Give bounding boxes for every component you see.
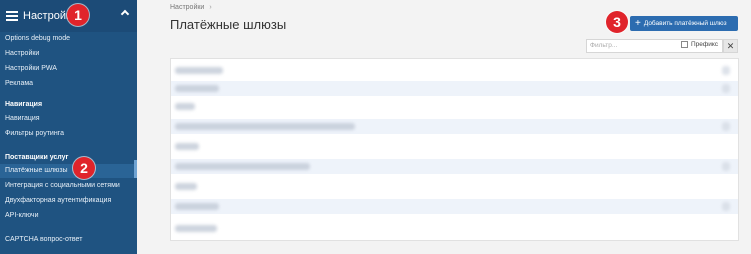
redacted-text — [175, 143, 199, 150]
row-toggle — [722, 202, 730, 211]
sidebar-item-captcha[interactable]: CAPTCHA вопрос-ответ — [5, 236, 82, 243]
sidebar-item-options-debug-mode[interactable]: Options debug mode — [5, 35, 70, 42]
list-item[interactable] — [171, 63, 738, 78]
sidebar-item-ads[interactable]: Реклама — [5, 80, 33, 87]
breadcrumb-separator: › — [209, 4, 212, 11]
redacted-text — [175, 67, 223, 74]
sidebar-item-settings[interactable]: Настройки — [5, 50, 39, 57]
row-toggle — [722, 66, 730, 75]
list-item[interactable] — [171, 99, 738, 114]
sidebar-item-api-keys[interactable]: API-ключи — [5, 212, 39, 219]
redacted-text — [175, 123, 355, 130]
sidebar-group-navigation: Навигация — [5, 101, 43, 108]
sidebar-group-service-providers: Поставщики услуг — [5, 154, 69, 161]
sidebar-item-routing-filters[interactable]: Фильтры роутинга — [5, 130, 64, 137]
add-payment-gateway-button[interactable]: + Добавить платёжный шлюз — [630, 16, 738, 31]
redacted-text — [175, 163, 310, 170]
annotation-badge-1: 1 — [67, 4, 89, 26]
list-item[interactable] — [171, 199, 738, 214]
redacted-text — [175, 85, 219, 92]
sidebar-item-payment-gateways[interactable]: Платёжные шлюзы — [5, 167, 68, 174]
chevron-up-icon[interactable] — [120, 9, 130, 19]
redacted-text — [175, 203, 219, 210]
page-title: Платёжные шлюзы — [170, 17, 287, 32]
prefix-toggle[interactable]: Префикс — [681, 41, 718, 48]
row-toggle — [722, 84, 730, 93]
plus-icon: + — [635, 17, 641, 29]
sidebar-scrollbar[interactable] — [134, 160, 137, 178]
add-button-label: Добавить платёжный шлюз — [643, 20, 727, 27]
redacted-text — [175, 225, 217, 232]
redacted-text — [175, 103, 195, 110]
sidebar-item-social-integration[interactable]: Интеграция с социальными сетями — [5, 182, 120, 189]
list-item[interactable] — [171, 81, 738, 96]
breadcrumb-settings[interactable]: Настройки — [170, 4, 204, 11]
list-item[interactable] — [171, 179, 738, 194]
list-item[interactable] — [171, 221, 738, 236]
clear-filter-button[interactable]: ✕ — [723, 39, 738, 53]
list-item[interactable] — [171, 119, 738, 134]
annotation-badge-2: 2 — [73, 157, 95, 179]
sidebar: Настройки Options debug mode Настройки Н… — [0, 0, 137, 254]
sidebar-item-two-factor-auth[interactable]: Двухфакторная аутентификация — [5, 197, 111, 204]
annotation-badge-3: 3 — [606, 11, 628, 33]
gateways-list — [170, 58, 739, 241]
redacted-text — [175, 183, 197, 190]
sidebar-item-navigation[interactable]: Навигация — [5, 115, 40, 122]
breadcrumb: Настройки › — [170, 4, 212, 11]
list-item[interactable] — [171, 159, 738, 174]
settings-sliders-icon — [6, 11, 18, 21]
prefix-label: Префикс — [691, 41, 719, 48]
list-item[interactable] — [171, 139, 738, 154]
prefix-checkbox[interactable] — [681, 41, 688, 48]
sidebar-item-settings-pwa[interactable]: Настройки PWA — [5, 65, 57, 72]
row-toggle — [722, 162, 730, 171]
row-toggle — [722, 122, 730, 131]
